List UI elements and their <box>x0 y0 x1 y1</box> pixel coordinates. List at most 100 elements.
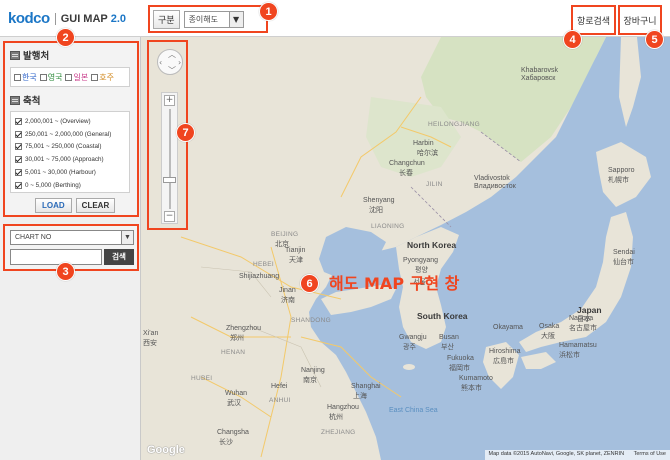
terms-link[interactable]: Terms of Use <box>634 451 666 457</box>
map-base <box>141 37 670 460</box>
map-label: Vladivostok <box>474 175 510 182</box>
list-icon <box>10 95 20 105</box>
map-label: Changchun <box>389 160 425 167</box>
map-label: 大阪 <box>541 333 555 340</box>
checkbox[interactable] <box>15 156 22 164</box>
map-label: Hamamatsu <box>559 342 597 349</box>
map-label: Fukuoka <box>447 355 474 362</box>
scale-item-general[interactable]: 250,001 ~ 2,000,000 (General) <box>15 128 129 141</box>
scale-title: 축척 <box>23 96 41 107</box>
scale-label: 0 ~ 5,000 (Berthing) <box>25 181 81 189</box>
search-button[interactable]: 검색 <box>104 249 134 265</box>
scale-label: 250,001 ~ 2,000,000 (General) <box>25 130 112 138</box>
map-label: 熊本市 <box>461 385 482 392</box>
map-label: Wuhan <box>225 390 248 397</box>
pan-left-icon[interactable]: ‹ <box>159 59 162 67</box>
app-name: GUI MAP <box>60 12 108 25</box>
chart-no-select[interactable]: CHART NO ▼ <box>10 230 134 245</box>
map-label: Sapporo <box>608 167 635 174</box>
map-label: South Korea <box>417 311 468 321</box>
issuer-title: 발행처 <box>23 51 50 62</box>
map-label: 福岡市 <box>449 365 470 372</box>
issuer-label: 일본 <box>73 72 89 82</box>
issuer-label: 영국 <box>47 72 63 82</box>
route-search-button[interactable]: 항로검색 <box>571 5 616 35</box>
checkbox[interactable] <box>15 117 22 125</box>
map-label: North Korea <box>407 240 457 250</box>
chevron-down-icon[interactable]: ▼ <box>121 231 133 244</box>
pan-control[interactable]: ︿ ﹀ ‹ › <box>157 49 183 75</box>
issuer-checkbox-australia[interactable]: 호주 <box>91 72 114 83</box>
map-label: Shanghai <box>351 383 381 390</box>
load-button[interactable]: LOAD <box>35 198 72 213</box>
checkbox[interactable] <box>15 181 22 189</box>
zoom-out-button[interactable]: − <box>164 211 175 222</box>
map-label: 沈阳 <box>369 207 383 214</box>
map-label: Okayama <box>493 324 523 331</box>
issuer-label: 호주 <box>99 72 114 82</box>
issuer-checkbox-korea[interactable]: 한국 <box>14 72 37 83</box>
chart-no-input[interactable] <box>10 249 102 265</box>
app-logo[interactable]: kodco GUI MAP 2.0 <box>8 10 126 27</box>
checkbox[interactable] <box>15 130 22 138</box>
issuer-checkbox-uk[interactable]: 영국 <box>39 72 63 83</box>
callout-badge: 4 <box>563 30 582 49</box>
callout-badge: 5 <box>645 30 664 49</box>
category-label-button[interactable]: 구분 <box>153 9 180 29</box>
checkbox[interactable] <box>14 73 21 81</box>
checkbox[interactable] <box>39 73 47 81</box>
scale-item-harbour[interactable]: 5,001 ~ 30,000 (Harbour) <box>15 166 129 179</box>
zoom-in-button[interactable]: + <box>164 95 175 106</box>
category-select[interactable]: 종이해도 ▼ <box>183 10 244 28</box>
map-label: East China Sea <box>389 407 438 414</box>
google-logo: Google <box>147 444 185 456</box>
map-label: 西安 <box>143 340 157 347</box>
map-label: Zhengzhou <box>226 325 262 332</box>
zoom-track[interactable] <box>169 109 171 209</box>
map-label: Hefei <box>271 383 288 390</box>
scale-item-overview[interactable]: 2,000,001 ~ (Overview) <box>15 115 129 128</box>
map-label: JILIN <box>426 181 443 188</box>
chart-no-select-value: CHART NO <box>15 234 52 241</box>
chart-filter-panel: 발행처 한국 영국 일본 호주 축척 2,000,001 ~ (Overview… <box>3 41 139 217</box>
map-label: Hangzhou <box>327 404 359 411</box>
map-label: Pyongyang <box>403 257 439 264</box>
checkbox[interactable] <box>15 143 22 151</box>
scale-item-berthing[interactable]: 0 ~ 5,000 (Berthing) <box>15 179 129 192</box>
map-label: HEILONGJIANG <box>428 121 480 128</box>
pan-up-icon[interactable]: ︿ <box>168 51 176 59</box>
checkbox[interactable] <box>15 169 22 177</box>
logo-divider <box>54 12 56 25</box>
map-label: Gwangju <box>399 334 427 341</box>
scale-item-approach[interactable]: 30,001 ~ 75,000 (Approach) <box>15 153 129 166</box>
issuer-list: 한국 영국 일본 호주 <box>10 67 130 87</box>
app-version: 2.0 <box>110 12 127 25</box>
category-select-value: 종이해도 <box>188 14 219 24</box>
map-canvas[interactable]: Khabarovsk Хабаровск HEILONGJIANG Harbin… <box>141 37 670 460</box>
clear-button[interactable]: CLEAR <box>75 198 116 213</box>
map-label: Shijiazhuang <box>239 273 280 280</box>
issuer-section-title: 발행처 <box>10 48 49 62</box>
scale-label: 2,000,001 ~ (Overview) <box>25 117 91 125</box>
map-label: Владивосток <box>474 183 516 190</box>
callout-badge: 6 <box>300 274 319 293</box>
map-label: Xi'an <box>143 330 159 337</box>
map-label: 광주 <box>403 344 416 351</box>
zoom-handle[interactable] <box>163 177 176 183</box>
map-label: 南京 <box>303 377 317 384</box>
list-icon <box>10 50 20 60</box>
map-label: 名古屋市 <box>569 325 597 332</box>
map-label: ZHEJIANG <box>321 429 356 436</box>
pan-right-icon[interactable]: › <box>178 59 181 67</box>
chevron-down-icon[interactable]: ▼ <box>228 11 243 27</box>
map-label: HEBEI <box>253 261 275 268</box>
issuer-checkbox-japan[interactable]: 일본 <box>65 72 88 83</box>
pan-down-icon[interactable]: ﹀ <box>168 67 176 75</box>
map-label: BEIJING <box>271 231 299 238</box>
category-filter: 구분 종이해도 ▼ <box>148 5 268 33</box>
checkbox[interactable] <box>65 73 73 81</box>
map-label: 济南 <box>281 297 295 304</box>
map-label: LIAONING <box>371 223 405 230</box>
checkbox[interactable] <box>91 73 99 81</box>
scale-item-coastal[interactable]: 75,001 ~ 250,000 (Coastal) <box>15 141 129 154</box>
